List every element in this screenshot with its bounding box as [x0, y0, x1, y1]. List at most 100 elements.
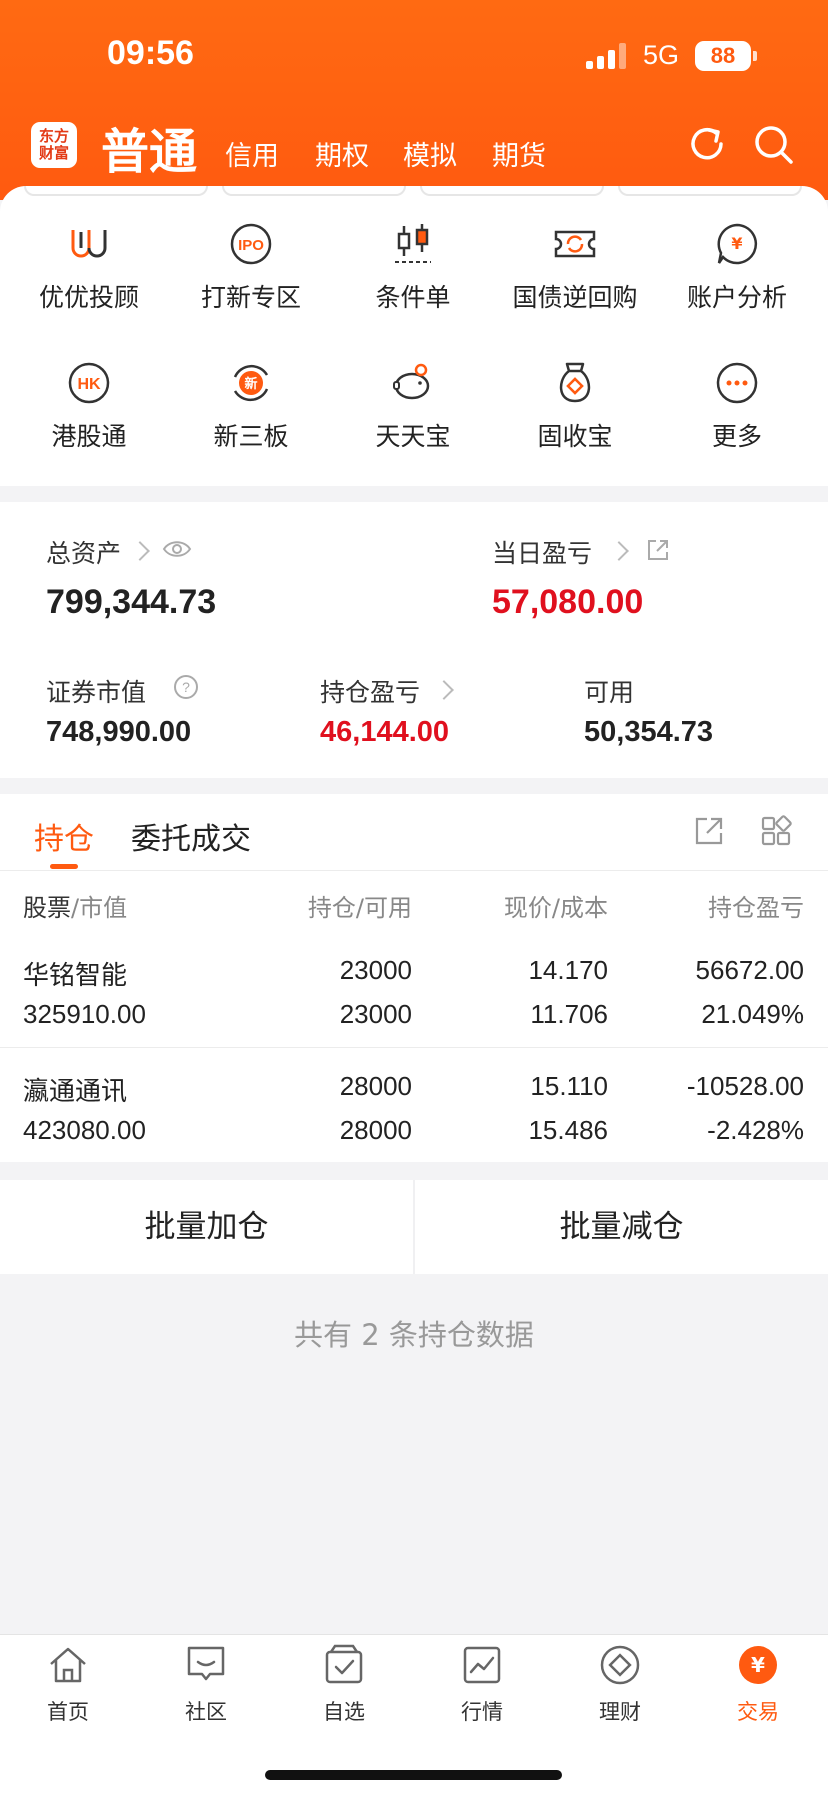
money-bag-icon: [559, 362, 591, 403]
shortcut-label: 港股通: [51, 422, 127, 451]
piggy-bank-icon: [393, 363, 430, 400]
stock-name: 瀛通通讯: [23, 1077, 128, 1107]
position-pl-label[interactable]: 持仓盈亏: [320, 673, 420, 709]
stock-price: 15.110: [530, 1071, 608, 1101]
nav-market[interactable]: 行情: [422, 1644, 542, 1726]
stock-pl-pct: 21.049%: [701, 999, 804, 1029]
stock-cost: 15.486: [528, 1115, 608, 1145]
tab-mode-futures[interactable]: 期货: [492, 134, 546, 173]
shortcut-more[interactable]: 更多: [657, 361, 817, 453]
tab-mode-simulate[interactable]: 模拟: [403, 134, 457, 173]
home-indicator: [265, 1770, 562, 1780]
nav-label: 理财: [599, 1700, 641, 1724]
stock-price: 14.170: [528, 955, 608, 985]
shortcut-label: 账户分析: [686, 283, 787, 312]
candlestick-icon: [395, 224, 431, 263]
position-pl-value: 46,144.00: [320, 716, 450, 748]
batch-add-button[interactable]: 批量加仓: [0, 1180, 413, 1274]
banner-peek: [420, 186, 604, 196]
trade-icon: ¥: [739, 1646, 777, 1684]
stock-name: 华铭智能: [23, 961, 128, 991]
total-assets-value: 799,344.73: [46, 583, 217, 621]
stock-available: 28000: [339, 1115, 412, 1145]
refresh-icon[interactable]: [685, 122, 729, 166]
shortcut-label: 优优投顾: [38, 283, 139, 312]
shortcut-gushoubao[interactable]: 固收宝: [495, 361, 655, 453]
tab-positions[interactable]: 持仓: [34, 814, 94, 858]
shortcut-label: 新三板: [213, 422, 289, 451]
stock-pl-pct: -2.428%: [707, 1115, 804, 1145]
total-assets-label[interactable]: 总资产: [46, 534, 121, 570]
banner-peek: [618, 186, 802, 196]
stock-market-value: 423080.00: [23, 1115, 146, 1145]
status-time: 09:56: [107, 34, 194, 72]
help-icon[interactable]: ?: [173, 674, 199, 700]
col-header-pl[interactable]: 持仓盈亏: [708, 888, 804, 923]
stock-pl: 56672.00: [695, 955, 804, 985]
shortcut-hk-connect[interactable]: HK 港股通: [9, 361, 169, 453]
stock-market-value: 325910.00: [23, 999, 146, 1029]
shortcut-label: 固收宝: [537, 422, 613, 451]
shortcut-label: 条件单: [375, 283, 451, 312]
market-chart-icon: [463, 1646, 501, 1684]
batch-reduce-button[interactable]: 批量减仓: [415, 1180, 828, 1274]
daily-pl-label[interactable]: 当日盈亏: [492, 534, 592, 570]
shortcut-condition-order[interactable]: 条件单: [333, 222, 493, 314]
svg-text:¥: ¥: [731, 234, 742, 253]
available-label: 可用: [584, 678, 635, 707]
tab-indicator: [50, 864, 78, 869]
signal-icon: [586, 43, 628, 69]
shortcut-label: 打新专区: [200, 283, 301, 312]
nav-label: 交易: [737, 1700, 779, 1724]
daily-pl-value: 57,080.00: [492, 583, 644, 621]
shortcut-account-analysis[interactable]: ¥ 账户分析: [657, 222, 817, 314]
share-icon[interactable]: [646, 538, 670, 562]
new-third-board-icon: 新: [233, 364, 269, 402]
account-analysis-icon: ¥: [717, 223, 758, 265]
shortcut-bond-repo[interactable]: 国债逆回购: [495, 222, 655, 314]
tab-mode-credit[interactable]: 信用: [225, 134, 279, 173]
nav-home[interactable]: 首页: [8, 1644, 128, 1726]
svg-text:新: 新: [244, 376, 257, 392]
stock-position: 28000: [339, 1071, 412, 1101]
battery-icon: 88: [695, 41, 757, 71]
shortcut-youyou-advisor[interactable]: 优优投顾: [9, 222, 169, 314]
banner-peek: [24, 186, 208, 196]
svg-text:?: ?: [182, 679, 190, 695]
app-logo: 东方 财富: [31, 122, 77, 168]
shortcut-ipo[interactable]: IPO 打新专区: [171, 222, 331, 314]
market-value-label: 证券市值: [46, 678, 147, 707]
shortcut-tiantianbao[interactable]: 天天宝: [333, 361, 493, 453]
ipo-icon: IPO: [230, 223, 272, 265]
nav-wealth[interactable]: 理财: [560, 1644, 680, 1726]
search-icon[interactable]: [751, 122, 795, 166]
tab-mode-options[interactable]: 期权: [315, 134, 369, 173]
nav-label: 行情: [461, 1700, 503, 1724]
youyou-advisor-icon: [71, 230, 107, 258]
nav-label: 社区: [185, 1700, 227, 1724]
shortcut-label: 天天宝: [375, 422, 451, 451]
shortcut-label: 更多: [711, 422, 762, 451]
watchlist-icon: [325, 1644, 363, 1684]
col-header-position[interactable]: 持仓/可用: [308, 888, 412, 923]
divider: [0, 870, 828, 871]
network-type: 5G: [643, 40, 680, 70]
nav-community[interactable]: 社区: [146, 1644, 266, 1726]
bond-repo-icon: [554, 230, 596, 258]
svg-text:IPO: IPO: [238, 237, 264, 254]
grid-layout-icon[interactable]: [760, 815, 792, 847]
stock-pl: -10528.00: [686, 1071, 804, 1101]
positions-count: 共有 2 条持仓数据: [294, 1318, 534, 1352]
nav-trade[interactable]: ¥ 交易: [698, 1644, 818, 1726]
col-header-stock[interactable]: 股票/市值: [23, 888, 127, 923]
tab-orders[interactable]: 委托成交: [131, 814, 251, 858]
home-icon: [50, 1647, 86, 1683]
shortcut-new-third-board[interactable]: 新 新三板: [171, 361, 331, 453]
svg-text:HK: HK: [77, 376, 101, 393]
tab-mode-normal[interactable]: 普通: [101, 112, 197, 182]
nav-label: 首页: [47, 1700, 89, 1724]
eye-icon[interactable]: [162, 538, 192, 560]
col-header-price[interactable]: 现价/成本: [504, 888, 608, 923]
export-icon[interactable]: [693, 815, 725, 847]
nav-watchlist[interactable]: 自选: [284, 1644, 404, 1726]
